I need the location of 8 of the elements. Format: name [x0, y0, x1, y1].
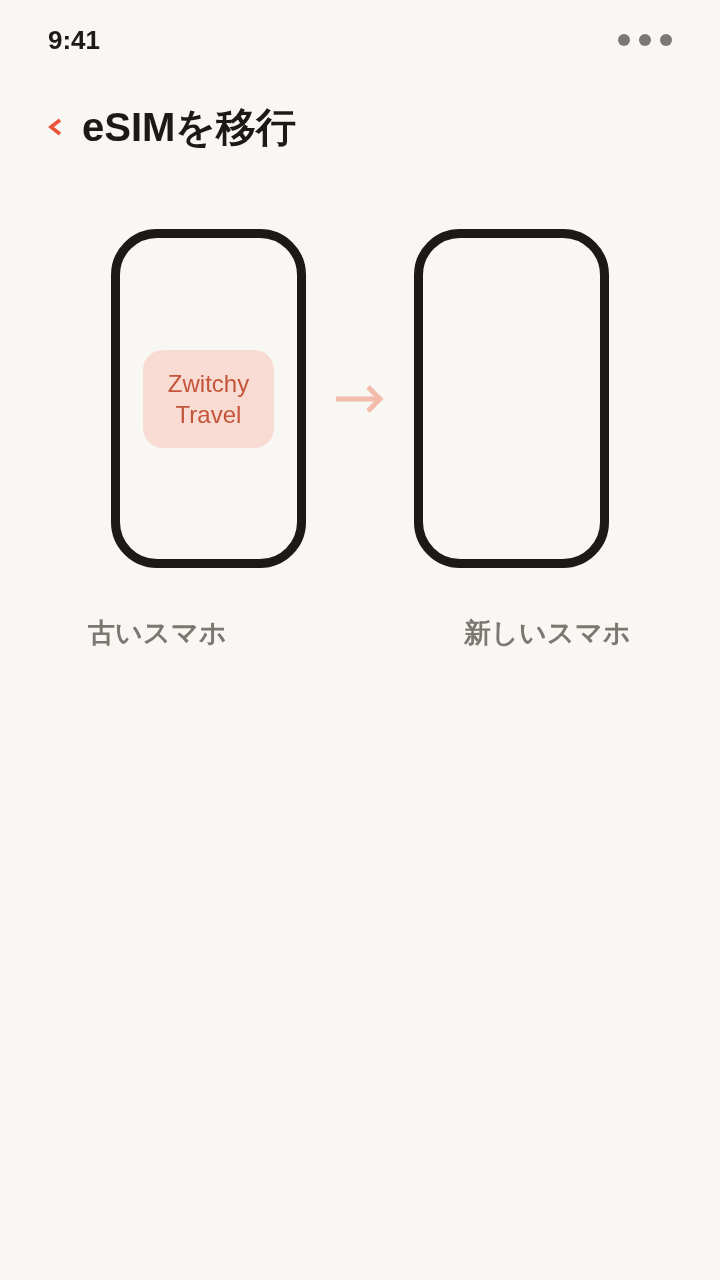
phone-label: 古いスマホ	[88, 617, 227, 650]
page-title: eSIMを移行	[82, 104, 297, 151]
back-icon[interactable]	[48, 118, 62, 136]
phone-label: 新しいスマホ	[464, 617, 631, 650]
more-icon[interactable]	[618, 34, 672, 46]
app-tile: Zwitchy Travel	[143, 349, 274, 448]
arrow-icon	[336, 384, 384, 413]
status-time: 9:41	[48, 25, 101, 55]
